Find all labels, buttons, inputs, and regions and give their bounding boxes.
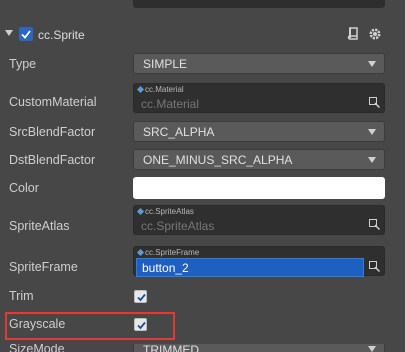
sprite-frame-input[interactable]: button_2 <box>136 258 364 277</box>
chevron-down-icon <box>368 129 376 135</box>
asset-type-tag: cc.SpriteAtlas <box>136 207 194 216</box>
asset-type-tag: cc.SpriteFrame <box>136 248 199 257</box>
type-row: Type SIMPLE <box>0 52 405 76</box>
chevron-down-icon <box>368 157 376 163</box>
grayscale-highlight-box <box>5 312 175 340</box>
sprite-frame-label: SpriteFrame <box>9 260 78 274</box>
trim-row: Trim <box>0 287 405 307</box>
asset-picker-icon[interactable] <box>369 261 381 273</box>
sprite-atlas-input[interactable]: cc.SpriteAtlas <box>136 217 364 234</box>
trim-label: Trim <box>9 289 34 303</box>
size-mode-row: SizeMode TRIMMED <box>0 344 405 352</box>
asset-type-tag: cc.Material <box>136 85 184 94</box>
src-blend-value: SRC_ALPHA <box>143 125 215 139</box>
component-header[interactable]: cc.Sprite <box>0 24 405 46</box>
sprite-atlas-label: SpriteAtlas <box>9 219 70 233</box>
type-select[interactable]: SIMPLE <box>133 53 385 74</box>
previous-property-row <box>0 0 405 14</box>
help-book-icon[interactable] <box>347 27 359 41</box>
type-label: Type <box>9 57 37 71</box>
asset-picker-icon[interactable] <box>369 219 381 231</box>
dst-blend-select[interactable]: ONE_MINUS_SRC_ALPHA <box>133 149 385 170</box>
custom-material-input[interactable]: cc.Material <box>136 95 364 112</box>
sprite-frame-row: SpriteFrame cc.SpriteFrame button_2 <box>0 244 405 282</box>
src-blend-row: SrcBlendFactor SRC_ALPHA <box>0 120 405 144</box>
trim-checkbox[interactable] <box>134 290 147 303</box>
size-mode-select[interactable]: TRIMMED <box>133 344 385 352</box>
asset-picker-icon[interactable] <box>369 97 381 109</box>
sprite-atlas-row: SpriteAtlas cc.SpriteAtlas cc.SpriteAtla… <box>0 204 405 242</box>
dst-blend-label: DstBlendFactor <box>9 153 96 167</box>
sprite-frame-asset-field[interactable]: cc.SpriteFrame button_2 <box>133 246 385 277</box>
sprite-atlas-asset-field[interactable]: cc.SpriteAtlas cc.SpriteAtlas <box>133 205 385 235</box>
previous-property-field[interactable] <box>133 0 385 8</box>
component-enabled-checkbox[interactable] <box>19 27 33 41</box>
custom-material-label: CustomMaterial <box>9 95 97 109</box>
custom-material-row: CustomMaterial cc.Material cc.Material <box>0 80 405 116</box>
size-mode-label: SizeMode <box>9 344 65 352</box>
dst-blend-value: ONE_MINUS_SRC_ALPHA <box>143 153 293 167</box>
color-row: Color <box>0 176 405 202</box>
chevron-down-icon <box>368 346 376 352</box>
src-blend-select[interactable]: SRC_ALPHA <box>133 121 385 142</box>
gear-icon[interactable] <box>368 27 382 41</box>
color-label: Color <box>9 181 39 195</box>
component-title: cc.Sprite <box>38 28 85 42</box>
type-value: SIMPLE <box>143 57 188 71</box>
src-blend-label: SrcBlendFactor <box>9 125 96 139</box>
custom-material-asset-field[interactable]: cc.Material cc.Material <box>133 83 385 113</box>
collapse-arrow-icon[interactable] <box>5 30 13 36</box>
inspector-panel: cc.Sprite Type SIMPLE CustomMaterial cc.… <box>0 0 405 352</box>
chevron-down-icon <box>368 61 376 67</box>
size-mode-value: TRIMMED <box>143 344 199 352</box>
color-swatch[interactable] <box>133 177 385 199</box>
dst-blend-row: DstBlendFactor ONE_MINUS_SRC_ALPHA <box>0 148 405 172</box>
